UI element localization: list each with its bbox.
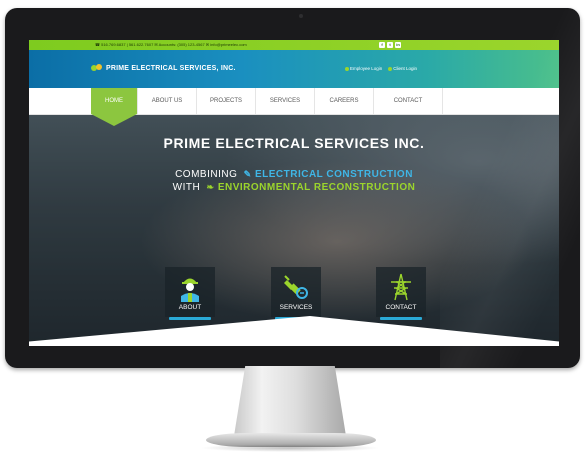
- monitor: ☎ 516.769.6837 | 561.622.7607 ✉ Accounts…: [5, 8, 580, 368]
- logo-mark-icon: [91, 64, 103, 72]
- monitor-stand: [234, 366, 346, 436]
- top-contact-bar: ☎ 516.769.6837 | 561.622.7607 ✉ Accounts…: [29, 40, 559, 50]
- social-links: f t in: [379, 42, 401, 48]
- services-tile[interactable]: SERVICES: [271, 267, 321, 320]
- services-tile-label: SERVICES: [279, 304, 313, 311]
- tagline-highlight: ENVIRONMENTAL RECONSTRUCTION: [217, 182, 416, 193]
- wrench-icon: ✎: [240, 169, 252, 179]
- plug-icon: [284, 275, 308, 299]
- about-tile-underline: [169, 317, 211, 320]
- user-icon: [388, 66, 393, 71]
- logo-text: PRIME ELECTRICAL SERVICES, INC.: [106, 64, 236, 72]
- nav-contact[interactable]: CONTACT: [374, 88, 443, 114]
- active-nav-indicator: [91, 114, 137, 126]
- nav-home[interactable]: HOME: [91, 88, 138, 114]
- employee-login-link[interactable]: Employee Login: [345, 66, 382, 71]
- main-nav: HOME ABOUT US PROJECTS SERVICES CAREERS …: [29, 88, 559, 115]
- about-tile[interactable]: ABOUT: [165, 267, 215, 320]
- webcam-dot: [299, 14, 303, 18]
- facebook-icon[interactable]: f: [379, 42, 385, 48]
- client-login-label: Client Login: [393, 66, 418, 71]
- stand-shadow: [200, 444, 380, 452]
- user-icon: [345, 66, 349, 71]
- power-tower-icon: [391, 273, 411, 301]
- site-logo[interactable]: PRIME ELECTRICAL SERVICES, INC.: [91, 64, 236, 72]
- nav-careers[interactable]: CAREERS: [315, 88, 374, 114]
- hero-title: PRIME ELECTRICAL SERVICES INC.: [163, 135, 425, 151]
- client-login-link[interactable]: Client Login: [388, 66, 417, 71]
- contact-tile-underline: [380, 317, 422, 320]
- nav-services[interactable]: SERVICES: [256, 88, 315, 114]
- contact-tile[interactable]: CONTACT: [376, 267, 426, 320]
- worker-icon: [181, 278, 199, 302]
- hero-tagline-1: COMBINING ✎ ELECTRICAL CONSTRUCTION: [29, 169, 559, 180]
- tagline-prefix: COMBINING: [175, 169, 238, 180]
- hero-section: PRIME ELECTRICAL SERVICES INC. COMBINING…: [29, 115, 559, 346]
- tagline-prefix: WITH: [172, 182, 201, 193]
- nav-about-us[interactable]: ABOUT US: [138, 88, 197, 114]
- contact-info: ☎ 516.769.6837 | 561.622.7607 ✉ Accounts…: [95, 42, 247, 47]
- hero-tagline-2: WITH ❧ ENVIRONMENTAL RECONSTRUCTION: [29, 182, 559, 193]
- tagline-highlight: ELECTRICAL CONSTRUCTION: [254, 169, 413, 180]
- linkedin-icon[interactable]: in: [395, 42, 401, 48]
- login-links: Employee Login Client Login: [345, 66, 417, 71]
- employee-login-label: Employee Login: [350, 66, 383, 71]
- about-tile-label: ABOUT: [178, 304, 202, 311]
- nav-projects[interactable]: PROJECTS: [197, 88, 256, 114]
- website-screen: ☎ 516.769.6837 | 561.622.7607 ✉ Accounts…: [29, 40, 559, 346]
- leaf-icon: ❧: [203, 182, 215, 192]
- site-header: PRIME ELECTRICAL SERVICES, INC. Employee…: [29, 50, 559, 88]
- contact-tile-label: CONTACT: [385, 304, 417, 311]
- twitter-icon[interactable]: t: [387, 42, 393, 48]
